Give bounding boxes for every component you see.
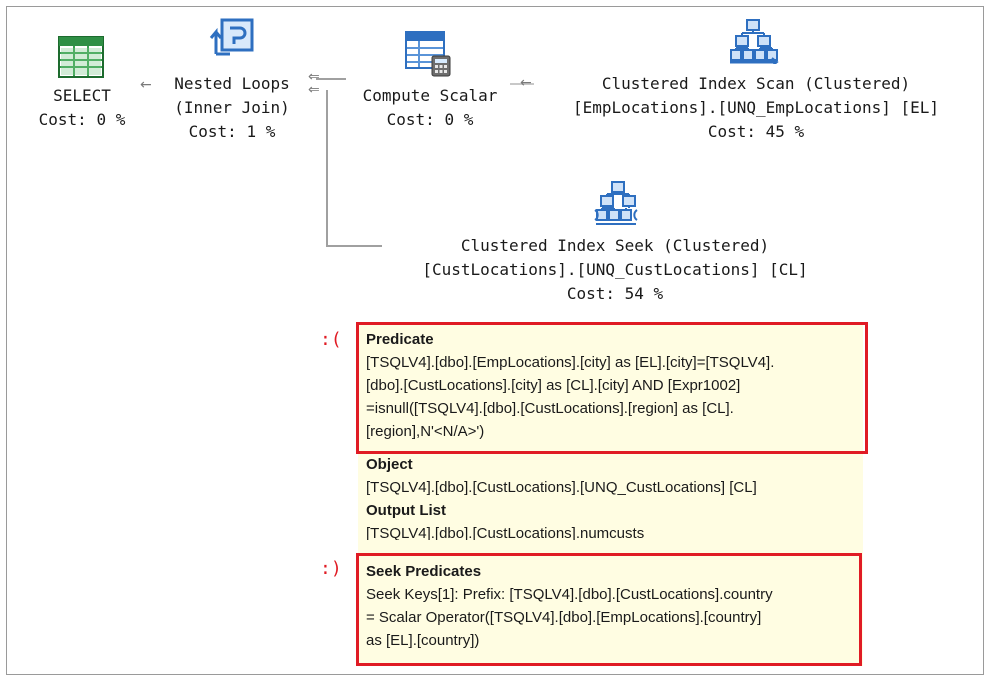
- arrow-into-compute: ←: [520, 75, 532, 91]
- seek-predicates-highlight-box: [356, 553, 862, 666]
- select-cost: Cost: 0 %: [38, 110, 126, 129]
- select-node[interactable]: SELECT Cost: 0 %: [30, 84, 134, 132]
- predicate-highlight-box: [356, 322, 868, 454]
- connector-seek-vertical: [326, 90, 328, 247]
- object-header: Object: [366, 456, 413, 473]
- nested-loops-join-type: (Inner Join): [174, 98, 290, 117]
- index-seek-cost: Cost: 54 %: [566, 284, 664, 303]
- output-list-value: [TSQLV4].[dbo].[CustLocations].numcusts: [366, 525, 645, 540]
- index-scan-title: Clustered Index Scan (Clustered): [601, 74, 911, 93]
- nested-loops-node[interactable]: Nested Loops (Inner Join) Cost: 1 %: [160, 72, 304, 144]
- nested-loops-cost: Cost: 1 %: [188, 122, 276, 141]
- compute-scalar-cost: Cost: 0 %: [386, 110, 474, 129]
- arrow-into-loops-bottom: ⇐: [308, 82, 320, 98]
- index-scan-cost: Cost: 45 %: [707, 122, 805, 141]
- index-seek-object: [CustLocations].[UNQ_CustLocations] [CL]: [422, 260, 808, 279]
- clustered-index-scan-icon: [730, 19, 779, 64]
- index-seek-title: Clustered Index Seek (Clustered): [460, 236, 770, 255]
- compute-scalar-node[interactable]: Compute Scalar Cost: 0 %: [348, 84, 512, 132]
- nested-loops-title: Nested Loops: [174, 74, 290, 93]
- arrow-into-select: ←: [140, 77, 152, 93]
- clustered-index-scan-node[interactable]: Clustered Index Scan (Clustered) [EmpLoc…: [538, 72, 974, 144]
- sad-face-annotation: :(: [320, 329, 342, 350]
- happy-face-annotation: :): [320, 558, 342, 579]
- compute-scalar-title: Compute Scalar: [362, 86, 498, 105]
- select-table-icon: [58, 36, 104, 78]
- select-title: SELECT: [53, 86, 111, 105]
- nested-loops-icon: [209, 18, 254, 56]
- index-scan-object: [EmpLocations].[UNQ_EmpLocations] [EL]: [572, 98, 940, 117]
- output-list-header: Output List: [366, 502, 446, 519]
- compute-scalar-icon: [405, 31, 451, 77]
- clustered-index-seek-node[interactable]: Clustered Index Seek (Clustered) [CustLo…: [380, 234, 850, 306]
- object-value: [TSQLV4].[dbo].[CustLocations].[UNQ_Cust…: [366, 479, 757, 496]
- clustered-index-seek-icon: [594, 181, 638, 225]
- connector-compute-to-loops: [316, 78, 346, 80]
- connector-seek-horizontal: [326, 245, 382, 247]
